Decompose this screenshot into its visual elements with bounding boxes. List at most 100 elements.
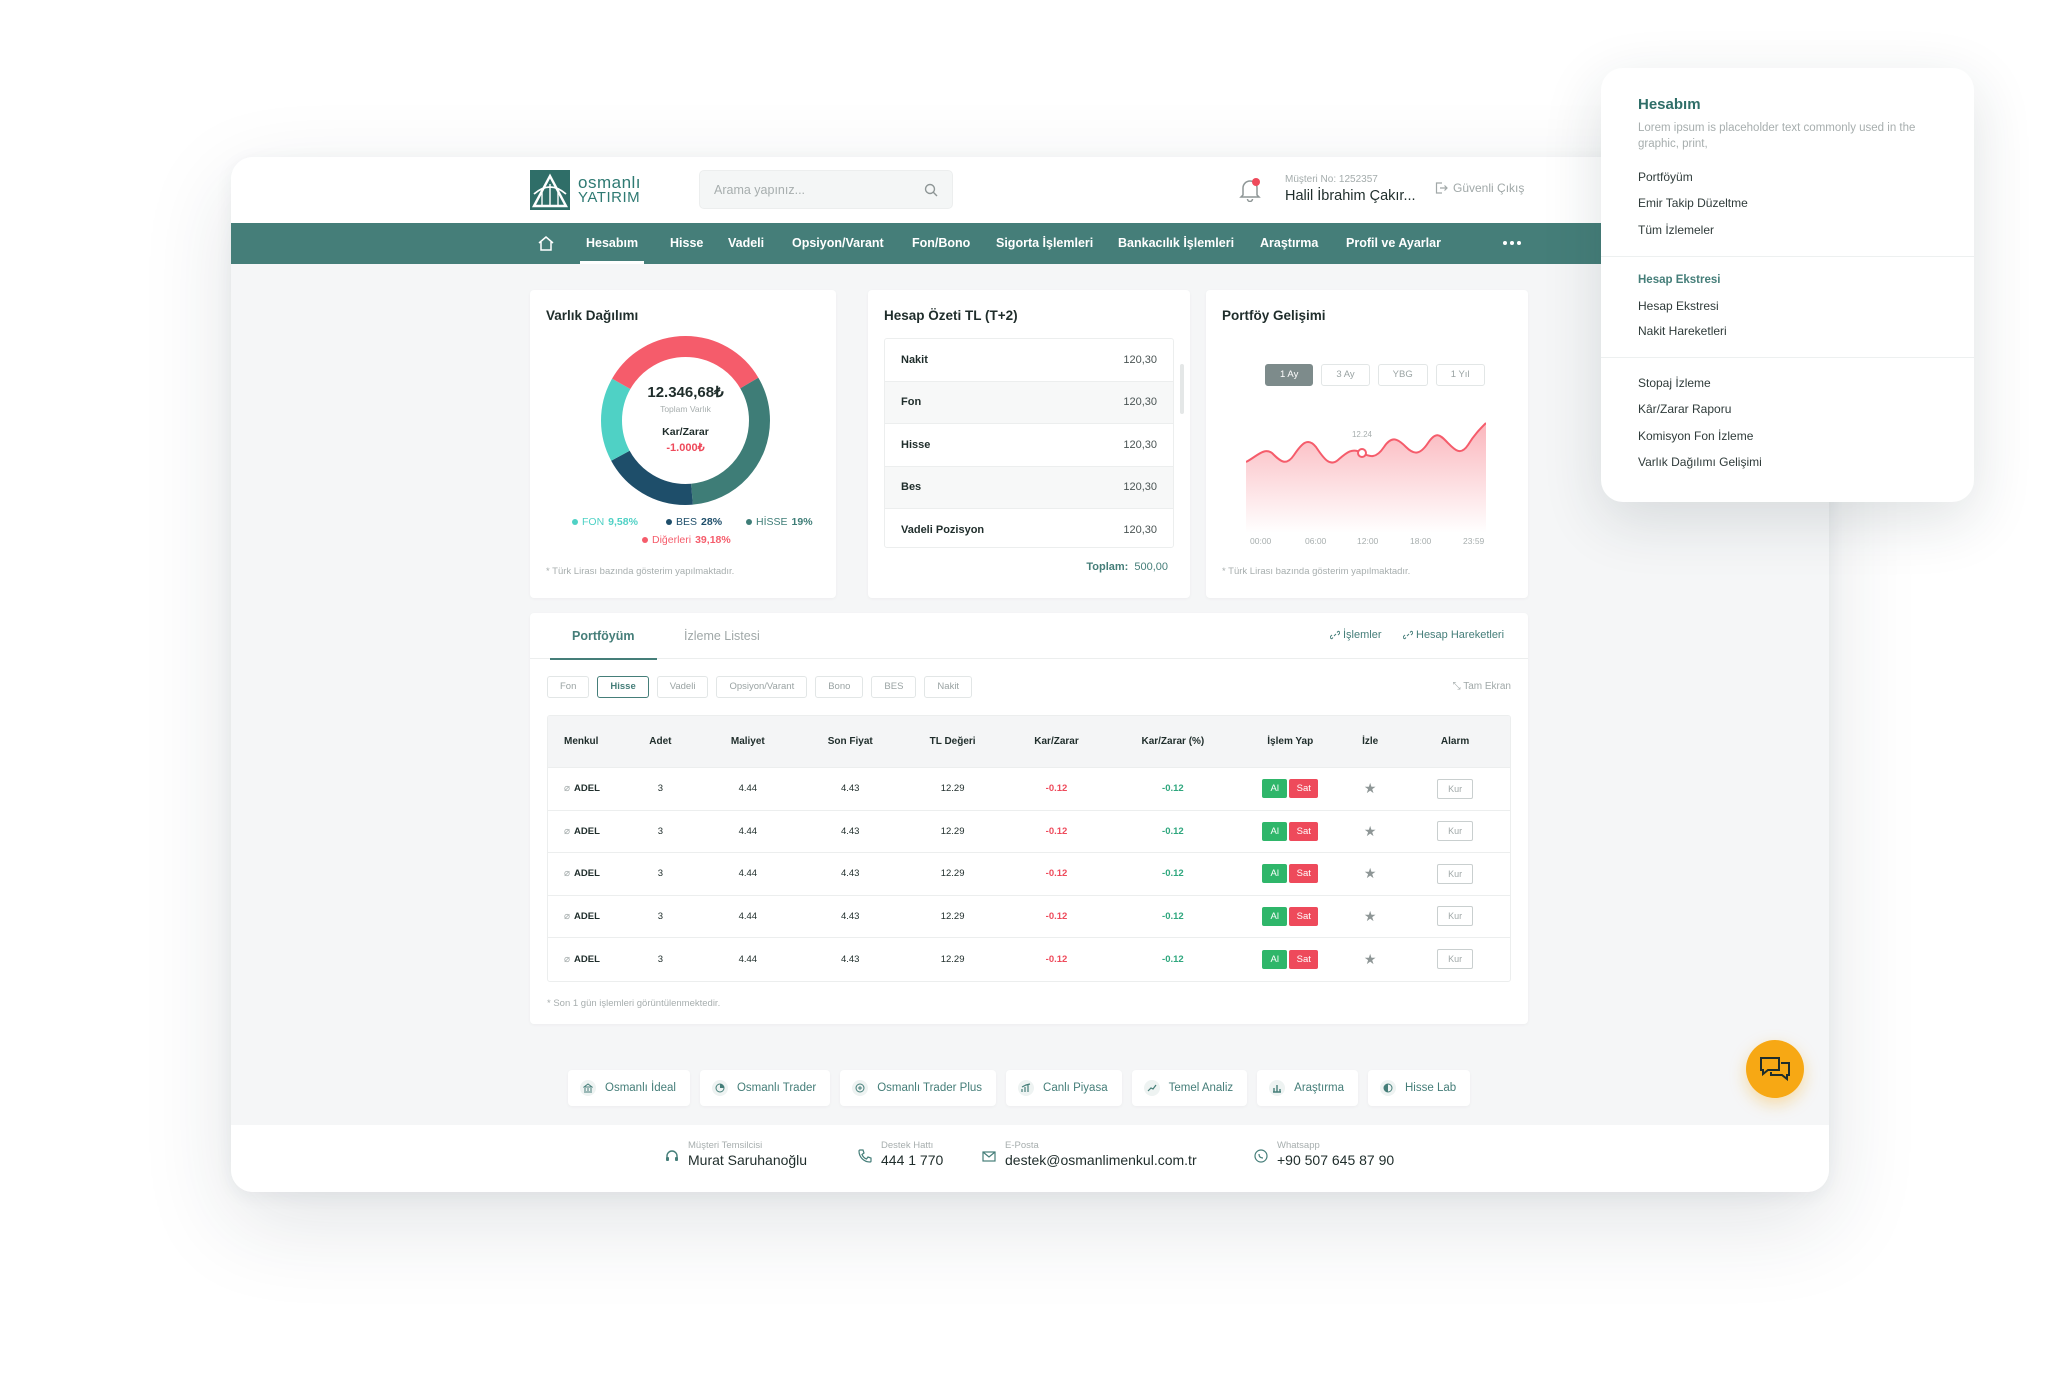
table-row[interactable]: ⌀ ADEL 3 4.44 4.43 12.29 -0.12 -0.12 Al Sa… [548, 811, 1510, 853]
table-row[interactable]: ⌀ ADEL 3 4.44 4.43 12.29 -0.12 -0.12 Al Sa… [548, 853, 1510, 896]
col-tl-degeri[interactable]: TL Değeri [898, 736, 1008, 747]
filter-nakit[interactable]: Nakit [924, 676, 973, 698]
home-icon[interactable] [537, 235, 555, 252]
table-row[interactable]: ⌀ ADEL 3 4.44 4.43 12.29 -0.12 -0.12 Al Sa… [548, 768, 1510, 811]
footer-representative[interactable]: Müşteri Temsilcisi Murat Saruhanoğlu [664, 1140, 807, 1168]
star-icon[interactable]: ★ [1364, 865, 1377, 881]
footer-whatsapp[interactable]: Whatsapp +90 507 645 87 90 [1253, 1140, 1394, 1168]
search-icon[interactable] [924, 183, 938, 197]
nav-item-fon-bono[interactable]: Fon/Bono [912, 223, 970, 264]
nav-item-hesabim[interactable]: Hesabım [579, 223, 645, 264]
col-kar-zarar[interactable]: Kar/Zarar [1008, 736, 1106, 747]
alarm-button[interactable]: Kur [1437, 906, 1474, 927]
col-maliyet[interactable]: Maliyet [693, 736, 803, 747]
menu-item-nakit-hareketleri[interactable]: Nakit Hareketleri [1638, 324, 1727, 338]
cell-menkul[interactable]: ⌀ ADEL [548, 868, 628, 879]
search-box[interactable] [699, 170, 953, 209]
notification-bell-icon[interactable] [1237, 176, 1263, 202]
alarm-button[interactable]: Kur [1437, 949, 1474, 970]
sell-button[interactable]: Sat [1289, 864, 1319, 884]
chat-button[interactable] [1746, 1040, 1804, 1098]
logout-button[interactable]: Güvenli Çıkış [1435, 181, 1524, 195]
fullscreen-button[interactable]: ⤡ Tam Ekran [1453, 681, 1511, 692]
menu-item-hesap-ekstresi[interactable]: Hesap Ekstresi [1638, 299, 1719, 313]
col-son-fiyat[interactable]: Son Fiyat [803, 736, 898, 747]
cell-menkul[interactable]: ⌀ ADEL [548, 826, 628, 837]
sell-button[interactable]: Sat [1289, 906, 1319, 926]
nav-item-hisse[interactable]: Hisse [670, 223, 703, 264]
summary-row: Fon 120,30 [885, 381, 1173, 424]
menu-item-emir-takip[interactable]: Emir Takip Düzeltme [1638, 196, 1748, 210]
growth-marker[interactable] [1357, 448, 1367, 458]
nav-item-opsiyon-varant[interactable]: Opsiyon/Varant [792, 223, 884, 264]
table-row[interactable]: ⌀ ADEL 3 4.44 4.43 12.29 -0.12 -0.12 Al Sa… [548, 896, 1510, 938]
summary-total: Toplam: 500,00 [1086, 561, 1168, 573]
col-adet[interactable]: Adet [628, 736, 693, 747]
filter-opsiyon-varant[interactable]: Opsiyon/Varant [716, 676, 808, 698]
nav-item-vadeli[interactable]: Vadeli [728, 223, 764, 264]
buy-button[interactable]: Al [1262, 779, 1288, 799]
nav-item-sigorta[interactable]: Sigorta İşlemleri [996, 223, 1093, 264]
sell-button[interactable]: Sat [1289, 949, 1319, 969]
quick-link-canli-piyasa[interactable]: Canlı Piyasa [1006, 1070, 1122, 1106]
filter-fon[interactable]: Fon [547, 676, 590, 698]
star-icon[interactable]: ★ [1364, 908, 1377, 924]
alarm-button[interactable]: Kur [1437, 821, 1474, 842]
search-input[interactable] [714, 182, 914, 197]
summary-card-title: Hesap Özeti TL (T+2) [884, 308, 1018, 323]
quick-link-hisse-lab[interactable]: Hisse Lab [1368, 1070, 1471, 1106]
logo[interactable]: osmanlı YATIRIM [530, 170, 641, 210]
footer-hotline[interactable]: Destek Hattı 444 1 770 [857, 1140, 943, 1168]
buy-button[interactable]: Al [1262, 949, 1288, 969]
col-menkul[interactable]: Menkul [548, 736, 628, 747]
star-icon[interactable]: ★ [1364, 823, 1377, 839]
menu-item-komisyon-fon[interactable]: Komisyon Fon İzleme [1638, 429, 1753, 443]
period-1-ay[interactable]: 1 Ay [1265, 364, 1314, 386]
alarm-button[interactable]: Kur [1437, 778, 1474, 799]
summary-scrollbar[interactable] [1180, 364, 1184, 414]
footer-whatsapp-value: +90 507 645 87 90 [1277, 1152, 1395, 1168]
cell-maliyet: 4.44 [738, 825, 758, 837]
filter-bono[interactable]: Bono [815, 676, 864, 698]
footer-email[interactable]: E-Posta destek@osmanlimenkul.com.tr [981, 1140, 1197, 1168]
menu-item-portfoyum[interactable]: Portföyüm [1638, 170, 1693, 184]
cell-menkul[interactable]: ⌀ ADEL [548, 954, 628, 965]
buy-button[interactable]: Al [1262, 864, 1288, 884]
menu-item-kar-zarar[interactable]: Kâr/Zarar Raporu [1638, 402, 1731, 416]
nav-item-bankacilik[interactable]: Bankacılık İşlemleri [1118, 223, 1234, 264]
hesap-hareketleri-link[interactable]: Hesap Hareketleri [1403, 629, 1504, 641]
quick-link-osmanli-ideal[interactable]: Osmanlı İdeal [568, 1070, 690, 1106]
alarm-button[interactable]: Kur [1437, 863, 1474, 884]
quick-link-osmanli-trader[interactable]: Osmanlı Trader [699, 1070, 831, 1106]
period-1-yil[interactable]: 1 Yıl [1435, 364, 1485, 386]
table-row[interactable]: ⌀ ADEL 3 4.44 4.43 12.29 -0.12 -0.12 Al Sa… [548, 938, 1510, 981]
filter-vadeli[interactable]: Vadeli [656, 676, 709, 698]
customer-info[interactable]: Müşteri No: 1252357 Halil İbrahim Çakır.… [1285, 174, 1416, 204]
period-ybg[interactable]: YBG [1377, 364, 1428, 386]
tab-portfoyum[interactable]: Portföyüm [550, 613, 656, 660]
menu-item-varlik-dagilimi[interactable]: Varlık Dağılımı Gelişimi [1638, 455, 1762, 469]
menu-item-stopaj[interactable]: Stopaj İzleme [1638, 376, 1711, 390]
islemler-link[interactable]: İşlemler [1330, 629, 1382, 641]
filter-bes[interactable]: BES [871, 676, 917, 698]
summary-total-label: Toplam: [1086, 561, 1129, 573]
quick-link-temel-analiz[interactable]: Temel Analiz [1131, 1070, 1248, 1106]
sell-button[interactable]: Sat [1289, 821, 1319, 841]
sell-button[interactable]: Sat [1289, 779, 1319, 799]
buy-button[interactable]: Al [1262, 906, 1288, 926]
nav-item-arastirma[interactable]: Araştırma [1260, 223, 1318, 264]
cell-menkul[interactable]: ⌀ ADEL [548, 911, 628, 922]
quick-link-osmanli-trader-plus[interactable]: Osmanlı Trader Plus [840, 1070, 997, 1106]
more-menu-icon[interactable] [1503, 241, 1521, 245]
filter-hisse[interactable]: Hisse [597, 676, 649, 698]
tab-izleme-listesi[interactable]: İzleme Listesi [684, 613, 760, 659]
buy-button[interactable]: Al [1262, 821, 1288, 841]
col-kar-zarar-pct[interactable]: Kar/Zarar (%) [1105, 736, 1240, 747]
quick-link-arastirma[interactable]: Araştırma [1257, 1070, 1358, 1106]
star-icon[interactable]: ★ [1364, 780, 1377, 796]
star-icon[interactable]: ★ [1364, 951, 1377, 967]
cell-menkul[interactable]: ⌀ ADEL [548, 783, 628, 794]
period-3-ay[interactable]: 3 Ay [1321, 364, 1370, 386]
menu-item-tum-izlemeler[interactable]: Tüm İzlemeler [1638, 223, 1714, 237]
nav-item-profil[interactable]: Profil ve Ayarlar [1346, 223, 1441, 264]
